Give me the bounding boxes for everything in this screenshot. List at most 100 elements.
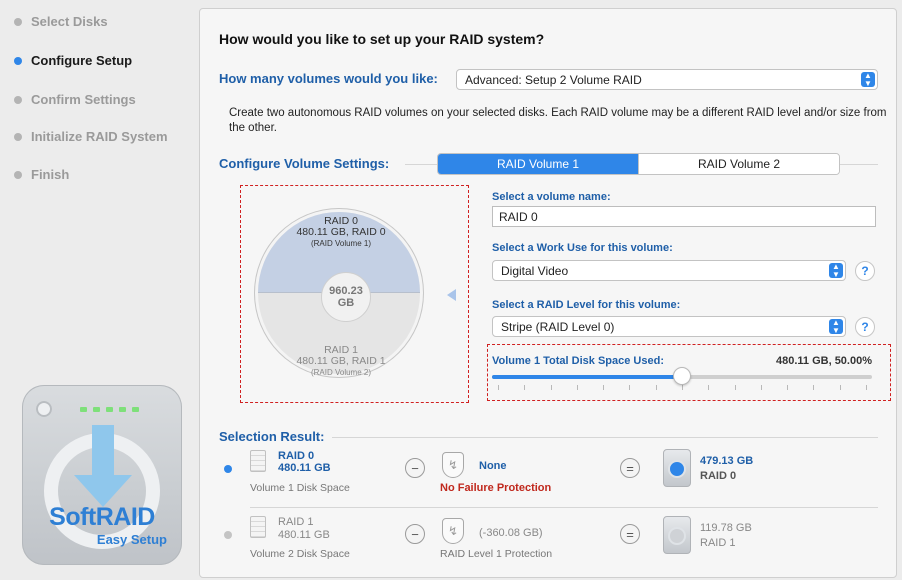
- row2-size: 480.11 GB: [278, 529, 330, 541]
- selection-result-label: Selection Result:: [219, 429, 325, 444]
- slider-tick: [839, 385, 841, 390]
- slider-tick: [629, 385, 631, 390]
- pie-top-line3: (RAID Volume 1): [310, 239, 372, 248]
- pie-label-volume-2: RAID 1 480.11 GB, RAID 1 (RAID Volume 2): [255, 345, 427, 378]
- divider: [332, 437, 878, 438]
- pie-label-volume-1: RAID 0 480.11 GB, RAID 0 (RAID Volume 1): [255, 216, 427, 249]
- volume-count-select[interactable]: Advanced: Setup 2 Volume RAID ▲ ▼: [456, 69, 878, 90]
- volume-tabs: RAID Volume 1 RAID Volume 2: [437, 153, 840, 175]
- row1-caption: Volume 1 Disk Space: [250, 482, 350, 494]
- select-stepper-icon: ▲ ▼: [829, 262, 843, 278]
- pie-top-line2: 480.11 GB, RAID 0: [296, 226, 386, 238]
- row2-result-raid: RAID 1: [700, 537, 736, 549]
- step-dot: [14, 170, 22, 179]
- slider-fill: [492, 375, 682, 379]
- shield-bolt-icon: ↯: [442, 452, 464, 478]
- select-stepper-icon: ▲ ▼: [829, 318, 843, 334]
- raid-level-label: Select a RAID Level for this volume:: [492, 299, 681, 311]
- pie-bottom-line3: (RAID Volume 2): [310, 368, 372, 377]
- row2-raid: RAID 1: [278, 516, 314, 528]
- work-use-value: Digital Video: [501, 263, 569, 278]
- step-configure-setup[interactable]: Configure Setup: [14, 53, 132, 68]
- row1-size: 480.11 GB: [278, 462, 331, 474]
- slider-value-text: 480.11 GB, 50.00%: [775, 355, 872, 367]
- slider-tick: [655, 385, 657, 390]
- row1-result-raid: RAID 0: [700, 470, 737, 482]
- raid-level-help-button[interactable]: ?: [855, 317, 875, 337]
- disk-stack-icon: [250, 450, 266, 472]
- config-label: Configure Volume Settings:: [219, 156, 390, 171]
- volume-name-label: Select a volume name:: [492, 191, 611, 203]
- equals-icon: =: [620, 524, 640, 544]
- step-dot: [14, 132, 22, 141]
- equals-icon: =: [620, 458, 640, 478]
- softraid-logo: SoftRAID Easy Setup: [22, 385, 182, 565]
- work-use-label: Select a Work Use for this volume:: [492, 242, 673, 254]
- step-label: Confirm Settings: [31, 92, 136, 107]
- slider-tick: [734, 385, 736, 390]
- logo-subtitle: Easy Setup: [96, 532, 167, 547]
- row2-caption: Volume 2 Disk Space: [250, 548, 350, 560]
- pie-center-unit: GB: [337, 297, 355, 309]
- minus-icon: −: [405, 524, 425, 544]
- row-bullet: [224, 465, 232, 473]
- step-confirm-settings[interactable]: Confirm Settings: [14, 92, 136, 107]
- slider-label: Volume 1 Total Disk Space Used:: [492, 355, 664, 367]
- raid-level-select[interactable]: Stripe (RAID Level 0) ▲ ▼: [492, 316, 846, 337]
- row1-protection-caption: No Failure Protection: [440, 482, 552, 494]
- sidebar: Select Disks Configure Setup Confirm Set…: [0, 0, 200, 580]
- step-initialize-raid[interactable]: Initialize RAID System: [14, 129, 168, 144]
- tab-raid-volume-2[interactable]: RAID Volume 2: [638, 154, 839, 174]
- slider-tick: [787, 385, 789, 390]
- step-label: Finish: [31, 167, 70, 182]
- minus-icon: −: [405, 458, 425, 478]
- pie-pointer-icon: [447, 289, 456, 301]
- divider: [840, 164, 878, 165]
- pie-center-value: 960.23: [329, 285, 363, 297]
- pie-bottom-line2: 480.11 GB, RAID 1: [296, 355, 386, 367]
- step-finish[interactable]: Finish: [14, 167, 69, 182]
- down-arrow-icon: [92, 425, 114, 477]
- slider-tick: [682, 385, 683, 390]
- slider-tick: [550, 385, 552, 390]
- volume-name-input[interactable]: RAID 0: [492, 206, 876, 227]
- step-select-disks[interactable]: Select Disks: [14, 14, 108, 29]
- step-dot: [14, 17, 22, 26]
- slider-thumb[interactable]: [673, 367, 691, 385]
- row1-protection: None: [479, 460, 507, 472]
- volume-count-value: Advanced: Setup 2 Volume RAID: [465, 72, 642, 87]
- slider-tick: [760, 385, 762, 390]
- status-lights-icon: [80, 407, 139, 412]
- step-label: Configure Setup: [31, 53, 133, 68]
- row2-result-size: 119.78 GB: [700, 522, 752, 534]
- step-dot: [14, 95, 22, 104]
- divider: [250, 507, 878, 508]
- logo-title: SoftRAID: [49, 503, 155, 531]
- raid-drive-icon: [663, 449, 691, 487]
- slider-tick: [866, 385, 867, 390]
- tab-raid-volume-1[interactable]: RAID Volume 1: [438, 154, 638, 174]
- slider-tick: [524, 385, 526, 390]
- slider-tick: [498, 385, 499, 390]
- drive-knob-icon: [36, 401, 52, 417]
- slider-tick: [708, 385, 710, 390]
- setup-panel: How would you like to set up your RAID s…: [199, 8, 897, 578]
- page-title: How would you like to set up your RAID s…: [219, 31, 545, 47]
- slider-tick: [576, 385, 578, 390]
- work-use-select[interactable]: Digital Video ▲ ▼: [492, 260, 846, 281]
- shield-bolt-icon: ↯: [442, 518, 464, 544]
- description-text: Create two autonomous RAID volumes on yo…: [229, 107, 887, 134]
- slider-tick: [603, 385, 605, 390]
- row2-protection: (-360.08 GB): [479, 527, 543, 539]
- work-use-help-button[interactable]: ?: [855, 261, 875, 281]
- slider-tick: [813, 385, 815, 390]
- step-dot: [14, 56, 22, 65]
- pie-center-total: 960.23 GB: [321, 272, 371, 322]
- row2-protection-caption: RAID Level 1 Protection: [440, 548, 553, 560]
- row1-result-size: 479.13 GB: [700, 455, 754, 467]
- disk-stack-icon: [250, 516, 266, 538]
- volumes-label: How many volumes would you like:: [219, 71, 438, 86]
- divider: [405, 164, 437, 165]
- volume-name-value: RAID 0: [499, 209, 538, 224]
- step-label: Select Disks: [31, 14, 108, 29]
